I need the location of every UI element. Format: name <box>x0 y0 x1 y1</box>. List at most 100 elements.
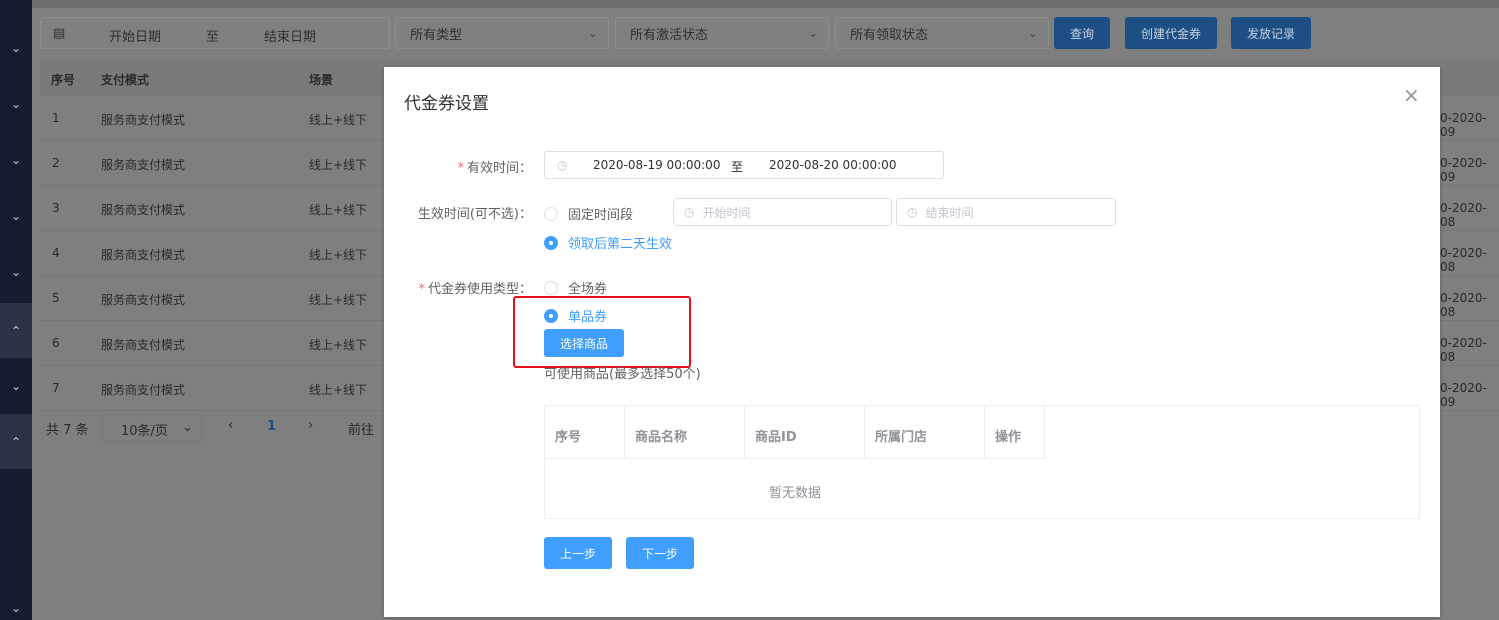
next-page-icon[interactable]: › <box>308 418 313 433</box>
chevron-down-icon[interactable]: ⌄ <box>0 244 32 299</box>
prev-page-icon[interactable]: ‹ <box>228 418 233 433</box>
single-item-voucher-radio[interactable]: 单品券 <box>544 306 607 325</box>
create-voucher-button[interactable]: 创建代金券 <box>1125 17 1217 49</box>
prev-step-button[interactable]: 上一步 <box>544 537 612 569</box>
cell-scene: 线上+线下 <box>309 248 368 262</box>
cell-scene: 线上+线下 <box>309 293 368 307</box>
next-day-label: 领取后第二天生效 <box>568 237 673 252</box>
cell-scene: 线上+线下 <box>309 113 368 127</box>
dialog-title: 代金券设置 <box>404 94 489 114</box>
next-step-button[interactable]: 下一步 <box>626 537 694 569</box>
header-goods-id: 商品ID <box>745 406 865 459</box>
required-asterisk: * <box>457 161 464 176</box>
chevron-down-icon[interactable]: ⌄ <box>0 20 32 75</box>
cell-date-tail: 0-2020-08 <box>1440 246 1487 274</box>
goto-label: 前往 <box>348 423 375 438</box>
fixed-period-label: 固定时间段 <box>568 208 634 223</box>
chevron-up-icon[interactable]: ⌃ <box>0 414 32 469</box>
valid-time-label: * 有效时间： <box>457 157 532 176</box>
top-strip <box>32 0 1499 8</box>
cell-date-tail: 0-2020-08 <box>1440 291 1487 319</box>
header-store: 所属门店 <box>865 406 985 459</box>
fixed-period-radio[interactable]: 固定时间段 <box>544 204 633 223</box>
radio-dot <box>544 235 558 250</box>
type-select[interactable]: 所有类型 ⌄ <box>395 17 609 49</box>
clock-icon: ◷ <box>684 205 695 219</box>
close-icon[interactable]: × <box>1403 83 1420 107</box>
cell-no: 1 <box>52 111 60 125</box>
goods-table-header: 序号 商品名称 商品ID 所属门店 操作 <box>545 406 1045 459</box>
chevron-down-icon[interactable]: ⌄ <box>0 188 32 243</box>
next-day-effective-radio[interactable]: 领取后第二天生效 <box>544 233 672 252</box>
cell-mode: 服务商支付模式 <box>101 383 186 397</box>
header-mode: 支付模式 <box>101 73 150 87</box>
header-no: 序号 <box>545 406 625 459</box>
cell-mode: 服务商支付模式 <box>101 293 186 307</box>
cell-date-tail: 0-2020-08 <box>1440 336 1487 364</box>
all-store-voucher-radio[interactable]: 全场券 <box>544 278 607 297</box>
radio-dot <box>544 308 558 323</box>
start-time-placeholder: 开始时间 <box>702 205 751 220</box>
select-goods-button[interactable]: 选择商品 <box>544 329 624 357</box>
cell-scene: 线上+线下 <box>309 158 368 172</box>
chevron-up-icon[interactable]: ⌃ <box>0 303 32 358</box>
total-count: 共 7 条 <box>46 423 89 438</box>
chevron-down-icon: ⌄ <box>807 26 818 40</box>
cell-no: 2 <box>52 156 60 170</box>
calendar-icon: ▤ <box>53 26 66 41</box>
single-item-label: 单品券 <box>568 310 608 325</box>
clock-icon: ◷ <box>907 205 918 219</box>
usage-type-label: * 代金券使用类型： <box>418 278 532 297</box>
cell-mode: 服务商支付模式 <box>101 158 186 172</box>
required-asterisk: * <box>418 282 425 297</box>
chevron-down-icon[interactable]: ⌄ <box>0 132 32 187</box>
usage-type-label-text: 代金券使用类型： <box>427 282 532 297</box>
radio-dot <box>544 206 558 221</box>
sidebar: ⌄ ⌄ ⌄ ⌄ ⌄ ⌃ ⌄ ⌃ ⌄ <box>0 0 32 620</box>
issue-records-button[interactable]: 发放记录 <box>1231 17 1311 49</box>
range-separator: 至 <box>206 30 220 45</box>
end-date-placeholder: 结束日期 <box>264 30 317 45</box>
cell-scene: 线上+线下 <box>309 383 368 397</box>
valid-start-value: 2020-08-19 00:00:00 <box>593 158 721 172</box>
page-size-value: 10条/页 <box>121 424 168 439</box>
header-no: 序号 <box>51 73 76 87</box>
start-date-placeholder: 开始日期 <box>109 30 162 45</box>
valid-time-label-text: 有效时间： <box>466 161 532 176</box>
valid-end-value: 2020-08-20 00:00:00 <box>769 158 897 172</box>
cell-no: 3 <box>52 201 60 215</box>
cell-scene: 线上+线下 <box>309 338 368 352</box>
activation-select[interactable]: 所有激活状态 ⌄ <box>615 17 829 49</box>
header-scene: 场景 <box>309 73 334 87</box>
cell-mode: 服务商支付模式 <box>101 248 186 262</box>
cell-mode: 服务商支付模式 <box>101 203 186 217</box>
cell-no: 4 <box>52 246 60 260</box>
chevron-down-icon[interactable]: ⌄ <box>0 358 32 413</box>
cell-date-tail: 0-2020-08 <box>1440 201 1487 229</box>
activation-select-value: 所有激活状态 <box>630 27 709 43</box>
goods-limit-hint: 可使用商品(最多选择50个) <box>544 367 701 382</box>
cell-date-tail: 0-2020-09 <box>1440 111 1487 139</box>
cell-date-tail: 0-2020-09 <box>1440 381 1487 409</box>
current-page[interactable]: 1 <box>267 419 276 434</box>
query-button[interactable]: 查询 <box>1054 17 1110 49</box>
date-range-filter[interactable]: ▤ 开始日期 至 结束日期 <box>40 17 390 49</box>
chevron-down-icon[interactable]: ⌄ <box>0 76 32 131</box>
end-time-input[interactable]: ◷ 结束时间 <box>896 198 1116 226</box>
claim-select[interactable]: 所有领取状态 ⌄ <box>835 17 1049 49</box>
header-action: 操作 <box>985 406 1045 459</box>
cell-scene: 线上+线下 <box>309 203 368 217</box>
all-store-label: 全场券 <box>568 282 608 297</box>
start-time-input[interactable]: ◷ 开始时间 <box>673 198 892 226</box>
chevron-down-icon: ⌄ <box>587 26 598 40</box>
page-size-select[interactable]: 10条/页 ⌄ <box>102 414 202 442</box>
cell-no: 6 <box>52 336 60 350</box>
type-select-value: 所有类型 <box>410 27 463 43</box>
cell-mode: 服务商支付模式 <box>101 113 186 127</box>
chevron-down-icon[interactable]: ⌄ <box>0 580 32 620</box>
range-separator: 至 <box>731 160 744 174</box>
valid-time-range-picker[interactable]: ◷ 2020-08-19 00:00:00 至 2020-08-20 00:00… <box>544 151 944 179</box>
pagination: 共 7 条 10条/页 ⌄ ‹ 1 › 前往 <box>40 412 420 444</box>
effective-time-label: 生效时间(可不选)： <box>417 207 532 222</box>
header-goods-name: 商品名称 <box>625 406 745 459</box>
